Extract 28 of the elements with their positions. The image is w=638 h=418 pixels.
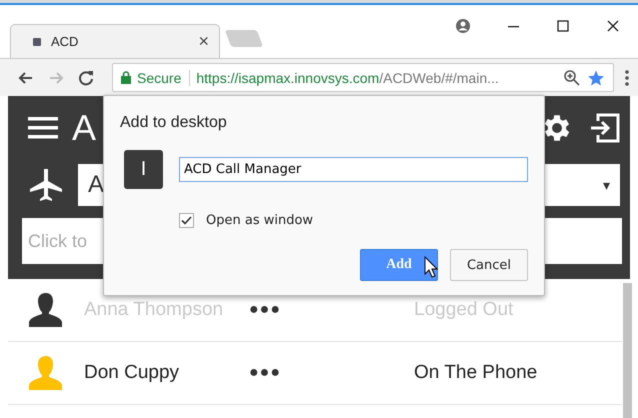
favicon-icon <box>33 38 41 46</box>
secure-label: Secure <box>137 70 190 86</box>
zoom-icon[interactable] <box>563 68 581 86</box>
checkbox-label: Open as window <box>206 213 314 228</box>
dialog-title: Add to desktop <box>120 114 228 132</box>
tab-title: ACD <box>51 34 80 49</box>
mouse-cursor-icon <box>424 256 438 278</box>
menu-icon[interactable] <box>28 116 58 140</box>
name-field[interactable]: ACD Call Manager <box>179 157 528 182</box>
presence-indicator: ●●● <box>249 301 282 319</box>
airplane-icon <box>28 167 64 203</box>
lock-icon <box>121 71 131 84</box>
browser-tab[interactable]: ACD × <box>10 24 220 58</box>
presence-indicator: ●●● <box>249 364 282 382</box>
app-icon: I <box>124 150 163 189</box>
address-bar[interactable]: Secure https://isapmax.innovsys.com/ACDWeb/#/main... <box>112 63 614 92</box>
open-as-window-checkbox[interactable] <box>179 213 194 228</box>
app-title: A <box>72 107 96 149</box>
menu-icon[interactable] <box>624 68 630 86</box>
agent-row[interactable]: Don Cuppy ●●● On The Phone <box>8 342 622 405</box>
tab-close-button[interactable]: × <box>198 31 209 52</box>
logout-icon[interactable] <box>588 111 622 145</box>
agent-status: On The Phone <box>414 362 538 384</box>
scrollbar[interactable] <box>623 283 632 418</box>
url-text: https://isapmax.innovsys.com/ACDWeb/#/main... <box>196 70 500 86</box>
agent-name: Don Cuppy <box>84 362 180 384</box>
star-icon[interactable] <box>587 68 605 86</box>
cancel-button[interactable]: Cancel <box>450 249 528 281</box>
